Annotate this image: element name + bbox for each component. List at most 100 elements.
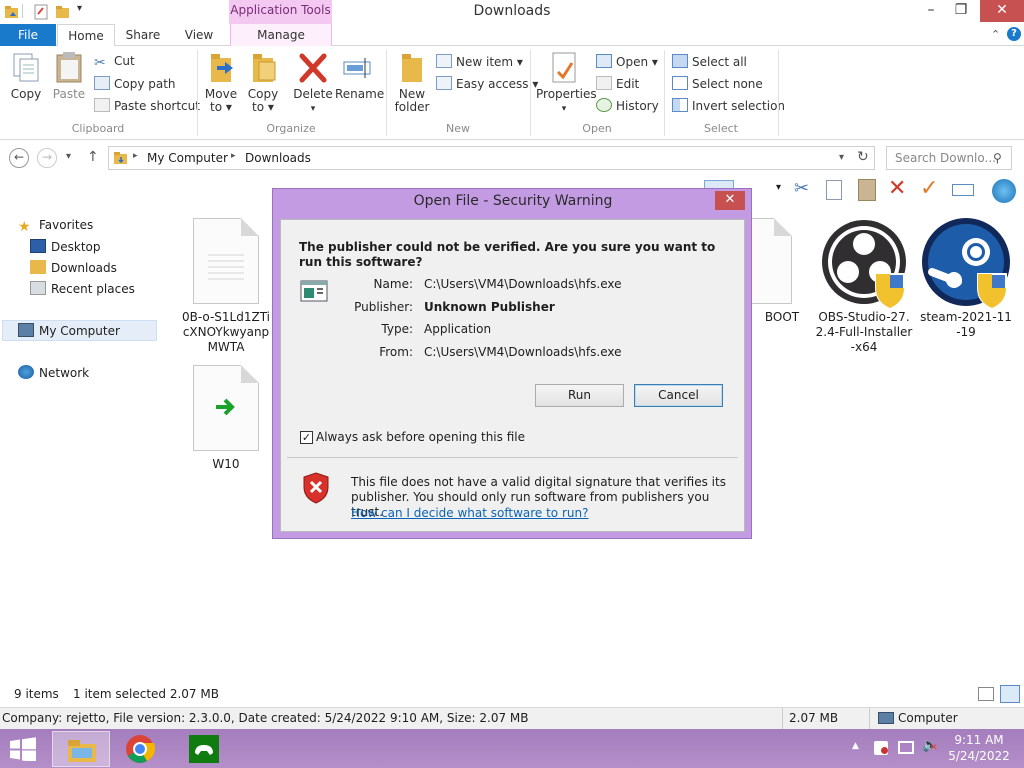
rename-toolbar-icon[interactable] bbox=[952, 184, 974, 196]
properties-label: Properties bbox=[536, 87, 597, 101]
forward-button[interactable]: → bbox=[37, 148, 57, 168]
history-label: History bbox=[616, 99, 659, 113]
rename-button[interactable]: Rename bbox=[335, 50, 384, 101]
history-button[interactable]: History bbox=[596, 98, 659, 113]
globe-icon[interactable] bbox=[992, 179, 1016, 203]
tab-file[interactable]: File bbox=[0, 24, 56, 46]
copy-toolbar-icon[interactable] bbox=[826, 180, 842, 200]
move-to-button[interactable]: Move to ▾ bbox=[202, 50, 240, 114]
file-explorer-icon bbox=[68, 740, 96, 762]
always-ask-label[interactable]: Always ask before opening this file bbox=[316, 430, 525, 444]
nav-recent-label: Recent places bbox=[51, 282, 135, 296]
clock-date[interactable]: 5/24/2022 bbox=[946, 749, 1012, 763]
ribbon-tabs: File Home Share View Manage ⌃ ? bbox=[0, 24, 1024, 47]
nav-network[interactable]: Network bbox=[18, 365, 89, 380]
maximize-button[interactable]: ❐ bbox=[946, 0, 976, 22]
copy-path-button[interactable]: Copy path bbox=[94, 76, 176, 91]
address-bar[interactable]: ▸ My Computer ▸ Downloads ▾ ↻ bbox=[108, 146, 875, 170]
new-folder-button[interactable]: New folder bbox=[390, 50, 434, 114]
taskbar-xbox-app[interactable] bbox=[176, 731, 234, 767]
history-icon bbox=[596, 98, 612, 112]
new-item-label: New item ▾ bbox=[456, 55, 523, 69]
select-all-button[interactable]: Select all bbox=[672, 54, 747, 69]
view-dropdown-icon[interactable]: ▾ bbox=[776, 182, 781, 193]
help-icon[interactable]: ? bbox=[1007, 27, 1021, 41]
up-button[interactable]: ↑ bbox=[87, 149, 99, 165]
nav-favorites[interactable]: ★ Favorites bbox=[18, 218, 93, 234]
paste-toolbar-icon[interactable] bbox=[858, 179, 876, 201]
edit-button[interactable]: Edit bbox=[596, 76, 639, 91]
close-button[interactable]: ✕ bbox=[980, 0, 1024, 22]
nav-downloads-label: Downloads bbox=[51, 261, 117, 275]
taskbar-chrome[interactable] bbox=[112, 731, 170, 767]
help-link[interactable]: How can I decide what software to run? bbox=[351, 506, 588, 520]
paste-shortcut-button[interactable]: Paste shortcut bbox=[94, 98, 200, 113]
invert-selection-button[interactable]: Invert selection bbox=[672, 98, 785, 113]
title-bar: ▾ Application Tools Downloads – ❐ ✕ bbox=[0, 0, 1024, 24]
tab-share[interactable]: Share bbox=[116, 24, 170, 46]
delete-toolbar-icon[interactable]: ✕ bbox=[888, 176, 906, 201]
easy-access-label: Easy access ▾ bbox=[456, 77, 539, 91]
delete-button[interactable]: Delete ▾ bbox=[292, 50, 334, 116]
ribbon-collapse-icon[interactable]: ⌃ bbox=[991, 28, 1000, 41]
cancel-button[interactable]: Cancel bbox=[634, 384, 723, 407]
file-item[interactable]: 0B-o-S1Ld1ZTicXNOYkwyanpMWTA bbox=[180, 218, 272, 355]
breadcrumb-separator-icon: ▸ bbox=[133, 151, 138, 161]
new-item-icon bbox=[436, 54, 452, 68]
windows-start-icon[interactable] bbox=[9, 737, 37, 761]
nav-network-label: Network bbox=[39, 366, 90, 380]
breadcrumb-my-computer[interactable]: My Computer bbox=[147, 151, 228, 165]
cut-button[interactable]: ✂ Cut bbox=[94, 54, 135, 70]
edit-label: Edit bbox=[616, 77, 640, 91]
cut-label: Cut bbox=[114, 54, 135, 68]
nav-recent-places[interactable]: Recent places bbox=[30, 281, 135, 296]
large-icons-view-icon[interactable] bbox=[1000, 685, 1020, 703]
copy-to-label-1: Copy bbox=[247, 87, 279, 101]
move-to-label-2: to ▾ bbox=[210, 100, 232, 114]
nav-downloads[interactable]: Downloads bbox=[30, 260, 117, 275]
nav-desktop[interactable]: Desktop bbox=[30, 239, 101, 254]
paste-shortcut-icon bbox=[94, 98, 110, 112]
dialog-divider bbox=[287, 457, 738, 458]
breadcrumb-downloads[interactable]: Downloads bbox=[245, 151, 311, 165]
select-none-button[interactable]: Select none bbox=[672, 76, 763, 91]
address-dropdown-icon[interactable]: ▾ bbox=[839, 152, 844, 163]
copy-button[interactable]: Copy bbox=[6, 50, 46, 101]
open-button[interactable]: Open ▾ bbox=[596, 54, 658, 69]
file-item[interactable]: OBS-Studio-27.2.4-Full-Installer-x64 bbox=[814, 218, 914, 355]
nav-my-computer[interactable]: My Computer bbox=[18, 323, 120, 338]
file-item[interactable]: W10 bbox=[180, 365, 272, 472]
dialog-close-button[interactable]: ✕ bbox=[715, 191, 745, 210]
back-button[interactable]: ← bbox=[9, 148, 29, 168]
delete-label: Delete bbox=[293, 87, 333, 101]
selection-info: 1 item selected 2.07 MB bbox=[73, 687, 219, 701]
search-input[interactable]: Search Downlo... ⚲ bbox=[886, 146, 1012, 170]
easy-access-button[interactable]: Easy access ▾ bbox=[436, 76, 538, 91]
network-tray-icon[interactable] bbox=[898, 741, 914, 754]
file-name: OBS-Studio-27.2.4-Full-Installer-x64 bbox=[815, 310, 913, 354]
file-name: BOOT bbox=[764, 310, 800, 324]
cut-toolbar-icon[interactable]: ✂ bbox=[794, 178, 809, 199]
recent-locations-dropdown-icon[interactable]: ▾ bbox=[66, 151, 71, 162]
copy-to-button[interactable]: Copy to ▾ bbox=[244, 50, 282, 114]
minimize-button[interactable]: – bbox=[916, 0, 946, 22]
refresh-icon[interactable]: ↻ bbox=[857, 149, 869, 165]
ribbon-separator bbox=[778, 50, 779, 136]
tab-manage[interactable]: Manage bbox=[230, 24, 332, 46]
tab-view[interactable]: View bbox=[172, 24, 226, 46]
search-icon[interactable]: ⚲ bbox=[993, 147, 1002, 169]
tab-home[interactable]: Home bbox=[57, 24, 115, 47]
always-ask-checkbox[interactable]: ✓ bbox=[300, 431, 313, 444]
action-center-flag-icon[interactable] bbox=[874, 741, 888, 755]
new-item-button[interactable]: New item ▾ bbox=[436, 54, 523, 69]
paste-button[interactable]: Paste bbox=[50, 50, 88, 101]
clock-time[interactable]: 9:11 AM bbox=[946, 733, 1012, 747]
properties-toolbar-icon[interactable]: ✓ bbox=[920, 176, 938, 201]
properties-button[interactable]: Properties ▾ bbox=[536, 50, 597, 116]
file-item[interactable]: steam-2021-11-19 bbox=[918, 218, 1014, 340]
obs-installer-icon bbox=[822, 220, 906, 310]
details-view-icon[interactable] bbox=[978, 687, 994, 701]
show-hidden-icons-icon[interactable]: ▲ bbox=[852, 741, 859, 751]
run-button[interactable]: Run bbox=[535, 384, 624, 407]
taskbar-file-explorer[interactable] bbox=[52, 731, 110, 767]
